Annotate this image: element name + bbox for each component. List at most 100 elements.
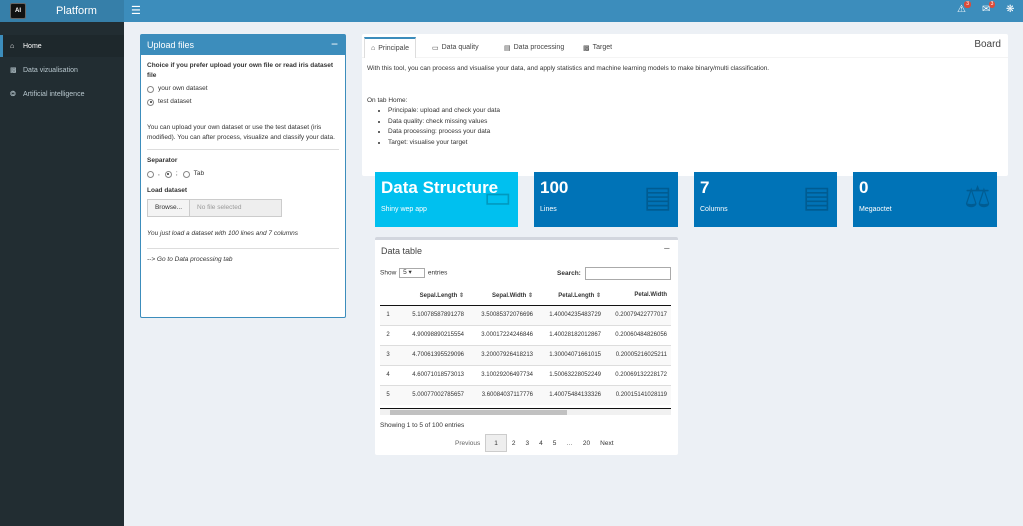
radio-circle[interactable] (147, 170, 154, 178)
table-cell: 0.20069132228172 (605, 364, 671, 385)
table-row[interactable]: 4 4.60071018573013 3.10029206497734 1.50063… (380, 364, 671, 385)
table-header-row: Sepal.Length ⇕ Sepal.Width ⇕ Petal.Lengt… (380, 286, 671, 306)
horizontal-scrollbar[interactable] (380, 408, 671, 415)
table-cell: 3 (380, 344, 400, 365)
value-box-value: 100 (540, 178, 569, 197)
table-row[interactable]: 1 5.10078587891278 3.50085372076696 1.40004… (380, 304, 671, 325)
list-icon: ▤ (643, 181, 672, 214)
column-header-sepal-width[interactable]: Sepal.Width ⇕ (468, 286, 537, 306)
table-cell: 0.20015141028119 (605, 384, 671, 405)
mail-badge: 3 (988, 1, 996, 8)
table-cell: 0.20005216025211 (605, 344, 671, 365)
table-row[interactable]: 3 4.70061395529096 3.20007926418213 1.30004… (380, 344, 671, 365)
radio-circle-selected[interactable] (164, 170, 172, 178)
table-cell: 3.10029206497734 (468, 364, 537, 385)
pagination-next[interactable]: Next (595, 434, 618, 452)
tab-target[interactable]: ▩ Target (577, 37, 618, 58)
scrollbar-thumb[interactable] (390, 410, 567, 415)
table-row[interactable]: 5 5.00077002785657 3.60084037117776 1.40075… (380, 384, 671, 405)
table-cell: 4.60071018573013 (400, 364, 468, 385)
radio-label: your own dataset (158, 85, 208, 92)
value-box-value: Data Structure (381, 178, 499, 197)
brand-title[interactable]: Platform (56, 5, 97, 17)
dataset-loaded-message: You just load a dataset with 100 lines a… (147, 230, 299, 237)
table-row[interactable]: 2 4.90098890215554 3.00017224246846 1.40028… (380, 324, 671, 345)
table-cell: 3.00017224246846 (468, 324, 537, 345)
pagination-page[interactable]: 2 (507, 434, 521, 452)
top-navbar: ☰ ⚠ 3 ✉ 3 ❋ (124, 0, 1023, 22)
pagination-page[interactable]: 20 (578, 434, 595, 452)
column-header-petal-width[interactable]: Petal.Width (605, 286, 671, 306)
table-cell: 2 (380, 324, 400, 345)
radio-circle[interactable] (182, 170, 190, 178)
search-input[interactable] (584, 267, 671, 280)
column-header-label: Petal.Length (558, 292, 595, 299)
divider (147, 149, 339, 150)
data-table-title: Data table (381, 246, 423, 256)
list-item: Target: visualise your target (388, 138, 1003, 149)
sidebar-item-artificial-intelligence[interactable]: ❂ Artificial intelligence (0, 83, 124, 105)
mail-icon[interactable]: ✉ 3 (982, 1, 996, 15)
table-cell: 3.20007926418213 (468, 344, 537, 365)
pagination-page[interactable]: 3 (521, 434, 535, 452)
entries-label: entries (427, 269, 448, 277)
table-cell: 4 (380, 364, 400, 385)
load-dataset-label: Load dataset (147, 187, 188, 194)
column-header-petal-length[interactable]: Petal.Length ⇕ (537, 286, 605, 306)
radio-own-dataset[interactable]: your own dataset (147, 84, 339, 94)
entries-select[interactable]: 5 ▾ (399, 268, 426, 278)
table-cell: 0.20079422777017 (605, 304, 671, 325)
value-box-subtitle: Shiny wep app (381, 206, 427, 213)
pagination-previous[interactable]: Previous (450, 434, 485, 452)
radio-separator-semicolon[interactable]: ; (164, 169, 178, 179)
radio-test-dataset[interactable]: test dataset (147, 97, 339, 107)
goto-processing-link[interactable]: --> Go to Data processing tab (147, 255, 339, 265)
separator-radio-group: , ; Tab (147, 169, 339, 179)
browse-button[interactable]: Browse... (147, 199, 190, 217)
value-box-subtitle: Lines (540, 206, 557, 213)
tab-label: Data quality (441, 44, 479, 51)
radio-separator-tab[interactable]: Tab (182, 169, 205, 179)
radio-separator-comma[interactable]: , (147, 169, 160, 179)
entries-value: 5 (403, 269, 407, 276)
data-table: Sepal.Length ⇕ Sepal.Width ⇕ Petal.Lengt… (380, 286, 671, 405)
divider (147, 248, 339, 249)
column-header-index[interactable] (380, 286, 400, 306)
intro-text: With this tool, you can process and visu… (367, 65, 770, 72)
tab-data-quality[interactable]: ▭ Data quality (426, 37, 485, 58)
sidebar-item-home[interactable]: ⌂ Home (0, 35, 124, 57)
tab-label: Principale (378, 45, 409, 52)
settings-nodes-icon[interactable]: ❋ (1006, 4, 1014, 15)
radio-circle[interactable] (147, 85, 154, 93)
pagination-page[interactable]: 4 (534, 434, 548, 452)
sidebar: ⌂ Home ▩ Data vizualisation ❂ Artificial… (0, 22, 124, 526)
radio-label: Tab (193, 170, 205, 177)
sidebar-toggle-hamburger-icon[interactable]: ☰ (131, 4, 141, 17)
board-title: Board (974, 39, 1001, 50)
tab-principale[interactable]: ⌂ Principale (364, 37, 416, 58)
radio-circle-selected[interactable] (147, 98, 154, 106)
sort-icon: ⇕ (595, 292, 601, 299)
radio-label: , (158, 170, 160, 177)
data-table-box: Data table − Show 5 ▾ entries Search: Se… (375, 237, 678, 455)
column-header-label: Sepal.Width (492, 292, 527, 299)
tab-data-processing[interactable]: ▤ Data processing (498, 37, 570, 58)
data-table-header: Data table − (375, 240, 678, 262)
sidebar-item-data-vizualisation[interactable]: ▩ Data vizualisation (0, 59, 124, 81)
table-cell: 0.20060484826056 (605, 324, 671, 345)
collapse-minus-icon[interactable]: − (664, 243, 670, 255)
column-header-sepal-length[interactable]: Sepal.Length ⇕ (400, 286, 468, 306)
value-box-columns: 7 Columns ▤ (694, 172, 837, 227)
monitor-icon: ▭ (483, 181, 512, 214)
table-cell: 5.10078587891278 (400, 304, 468, 325)
table-cell: 1.30004071661015 (537, 344, 605, 365)
pagination-page-current[interactable]: 1 (485, 434, 507, 452)
collapse-minus-icon[interactable]: − (331, 37, 338, 51)
warning-icon[interactable]: ⚠ 3 (957, 1, 971, 15)
logo-bar: AI Platform (0, 0, 124, 22)
pagination-page[interactable]: 5 (548, 434, 562, 452)
home-icon: ⌂ (10, 42, 15, 50)
file-name-field[interactable]: No file selected (190, 199, 282, 217)
balance-scale-icon: ⚖ (964, 181, 991, 214)
radio-label: test dataset (158, 98, 192, 105)
